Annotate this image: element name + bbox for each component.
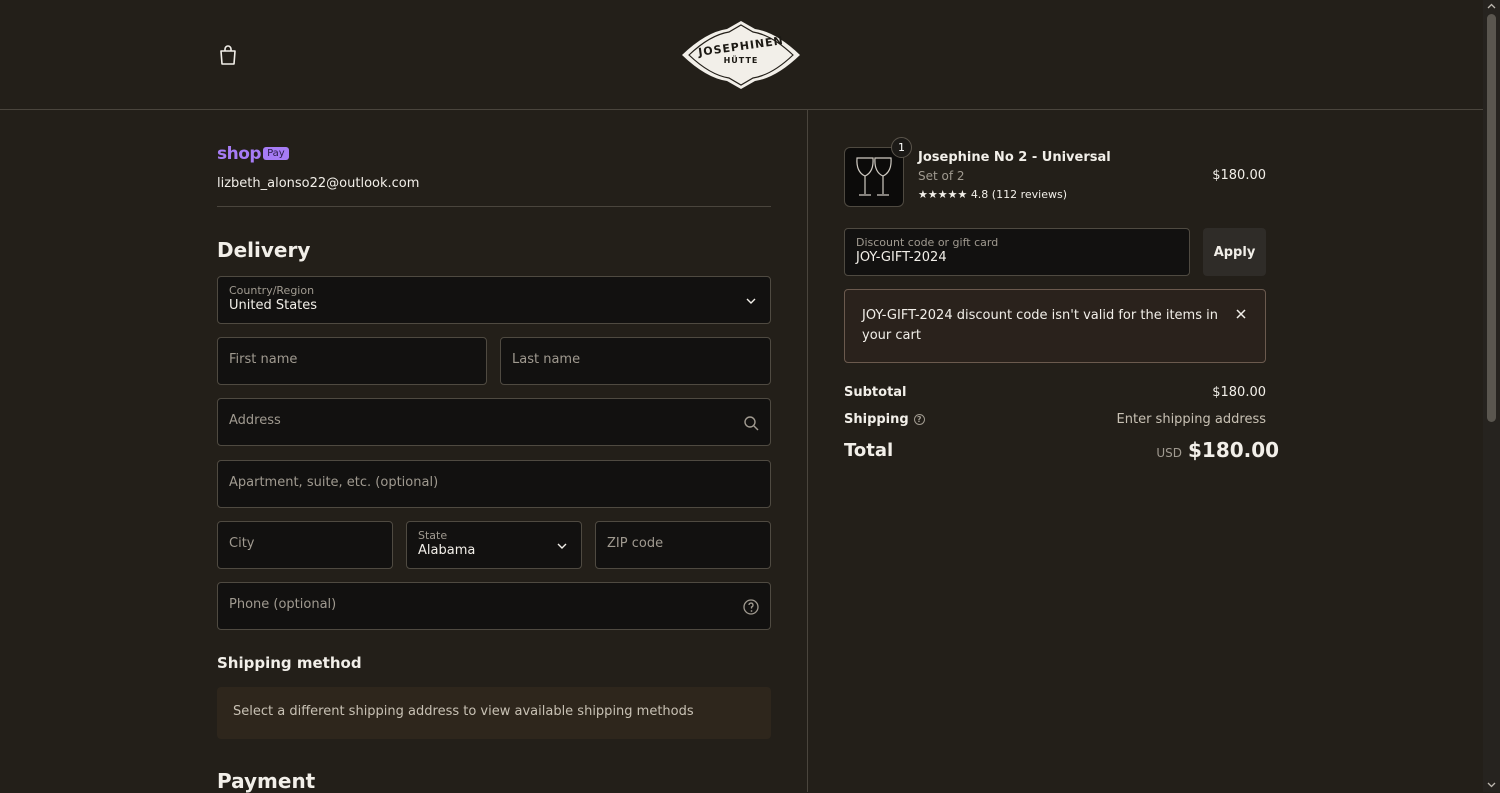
chevron-down-icon — [746, 298, 756, 304]
payment-heading: Payment — [217, 769, 316, 793]
rating-stars: ★★★★★ — [918, 188, 968, 201]
total-value: $180.00 — [1188, 438, 1280, 462]
apartment-field[interactable]: Apartment, suite, etc. (optional) — [217, 460, 771, 508]
discount-error-banner: JOY-GIFT-2024 discount code isn't valid … — [844, 289, 1266, 363]
rating-text: 4.8 (112 reviews) — [970, 188, 1067, 201]
josephinen-huette-logo[interactable]: JOSEPHINEN HÜTTE — [680, 20, 802, 90]
help-circle-icon[interactable] — [743, 599, 759, 615]
wine-glasses-image — [856, 157, 892, 196]
country-value: United States — [229, 298, 318, 313]
country-select[interactable]: Country/Region United States — [217, 276, 771, 324]
shopping-bag-icon[interactable] — [218, 44, 238, 66]
last-name-placeholder: Last name — [512, 352, 581, 367]
quantity-badge: 1 — [891, 137, 912, 158]
close-icon[interactable] — [1233, 306, 1249, 322]
shop-pay-badge: Pay — [263, 147, 289, 160]
subtotal-label: Subtotal — [844, 385, 907, 400]
shipping-row-label: Shipping? — [844, 412, 925, 427]
product-variant: Set of 2 — [918, 169, 965, 183]
chevron-down-icon — [557, 543, 567, 549]
shipping-label: Shipping — [844, 412, 909, 427]
shipping-value: Enter shipping address — [1116, 412, 1266, 427]
logo-text-bottom: HÜTTE — [723, 56, 759, 65]
city-field[interactable]: City — [217, 521, 393, 569]
state-select[interactable]: State Alabama — [406, 521, 582, 569]
scroll-up-arrow-icon[interactable] — [1487, 2, 1496, 11]
total-currency: USD — [1156, 446, 1182, 460]
account-email: lizbeth_alonso22@outlook.com — [217, 176, 420, 191]
total-label: Total — [844, 440, 894, 461]
shop-pay-brand: shop Pay — [217, 144, 289, 164]
shop-pay-word: shop — [217, 144, 262, 164]
discount-error-message: JOY-GIFT-2024 discount code isn't valid … — [862, 308, 1218, 343]
first-name-field[interactable]: First name — [217, 337, 487, 385]
last-name-field[interactable]: Last name — [500, 337, 771, 385]
state-label: State — [418, 529, 448, 542]
scroll-down-arrow-icon[interactable] — [1487, 780, 1496, 789]
scrollbar-thumb[interactable] — [1487, 14, 1496, 422]
product-rating: ★★★★★ 4.8 (112 reviews) — [918, 188, 1067, 201]
country-label: Country/Region — [229, 284, 315, 297]
header: JOSEPHINEN HÜTTE — [0, 0, 1483, 110]
phone-field[interactable]: Phone (optional) — [217, 582, 771, 630]
state-value: Alabama — [418, 543, 476, 558]
page-scrollbar[interactable] — [1483, 0, 1500, 792]
subtotal-value: $180.00 — [1212, 385, 1266, 400]
discount-code-field[interactable]: Discount code or gift card JOY-GIFT-2024 — [844, 228, 1190, 276]
column-divider — [807, 110, 808, 792]
search-icon — [744, 416, 759, 431]
city-placeholder: City — [229, 536, 255, 551]
first-name-placeholder: First name — [229, 352, 298, 367]
address-placeholder: Address — [229, 413, 281, 428]
discount-value: JOY-GIFT-2024 — [856, 250, 947, 265]
shipping-method-heading: Shipping method — [217, 654, 362, 672]
zip-field[interactable]: ZIP code — [595, 521, 771, 569]
product-name: Josephine No 2 - Universal — [918, 150, 1111, 165]
discount-label: Discount code or gift card — [856, 236, 999, 249]
address-field[interactable]: Address — [217, 398, 771, 446]
apply-button[interactable]: Apply — [1203, 228, 1266, 276]
apartment-placeholder: Apartment, suite, etc. (optional) — [229, 475, 439, 490]
help-circle-icon[interactable]: ? — [913, 414, 925, 425]
zip-placeholder: ZIP code — [607, 536, 664, 551]
product-price: $180.00 — [1212, 168, 1266, 183]
divider — [217, 206, 771, 207]
shipping-method-notice: Select a different shipping address to v… — [217, 687, 771, 739]
phone-placeholder: Phone (optional) — [229, 597, 337, 612]
delivery-heading: Delivery — [217, 238, 311, 262]
